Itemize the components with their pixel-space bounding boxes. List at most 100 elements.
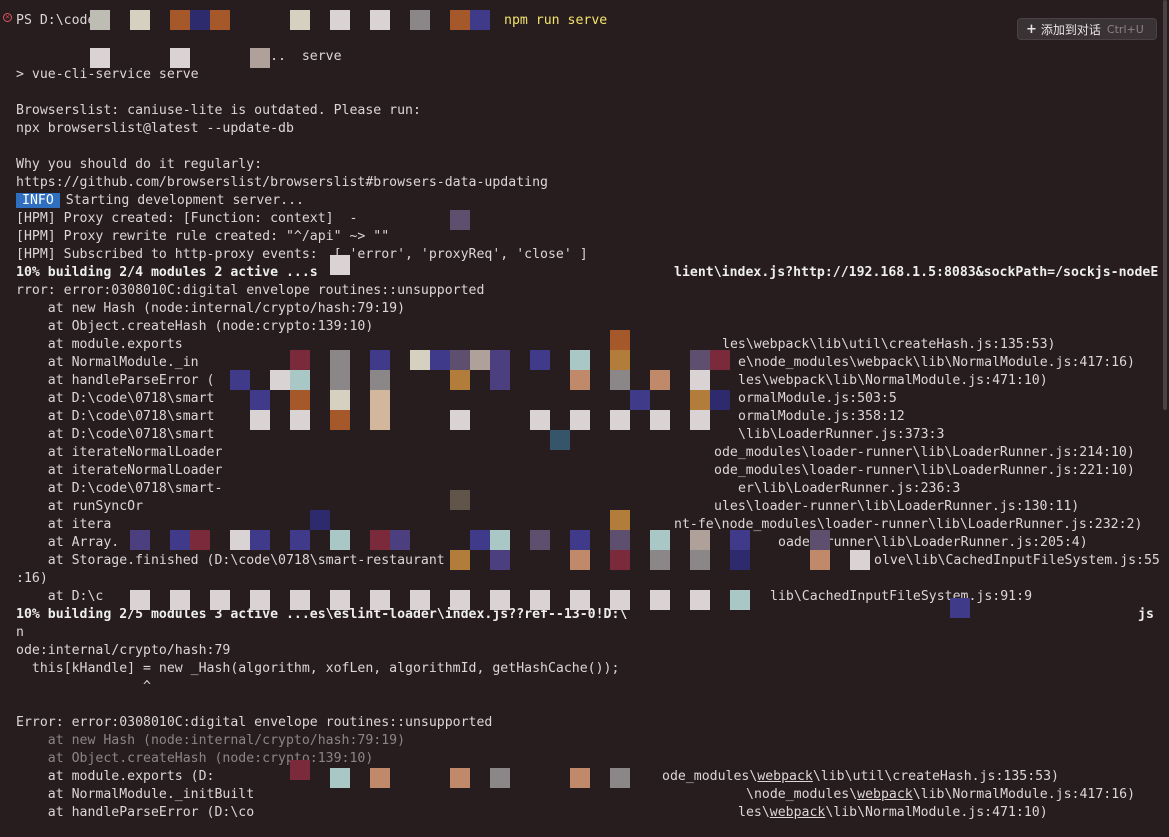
terminal-output: × PS D:\code npm run serve .. serve > vue-… xyxy=(0,0,1169,837)
redaction-block xyxy=(530,350,550,370)
redaction-block xyxy=(130,590,150,610)
redaction-block xyxy=(630,390,650,410)
redaction-block xyxy=(610,550,630,570)
info-badge: INFO xyxy=(16,193,60,208)
terminal-line: Why you should do it regularly: xyxy=(16,156,262,174)
redaction-block xyxy=(410,590,430,610)
redaction-block xyxy=(690,590,710,610)
terminal-line-tail: lib\CachedInputFileSystem.js:91:9 xyxy=(770,589,1033,604)
redaction-block xyxy=(250,48,270,68)
redaction-block xyxy=(170,530,190,550)
redaction-block xyxy=(610,768,630,788)
terminal-line: at new Hash (node:internal/crypto/hash:7… xyxy=(16,300,405,318)
redaction-block xyxy=(690,410,710,430)
terminal-line-text: npx browserslist@latest --update-db xyxy=(16,121,294,136)
add-to-chat-shortcut: Ctrl+U xyxy=(1106,22,1144,36)
terminal-line: at Object.createHash (node:crypto:139:10… xyxy=(16,318,374,336)
terminal-line: ode:internal/crypto/hash:79 xyxy=(16,642,230,660)
redaction-block xyxy=(730,530,750,550)
terminal-line-text: at Object.createHash (node:crypto:139:10… xyxy=(16,319,374,334)
terminal-line: at iterateNormalLoader xyxy=(16,462,223,480)
redaction-block xyxy=(330,10,350,30)
terminal-line-text: at Array. xyxy=(16,535,120,550)
terminal-line: this[kHandle] = new _Hash(algorithm, xof… xyxy=(16,660,620,678)
terminal-scrollbar[interactable] xyxy=(1163,0,1167,410)
terminal-line: at runSyncOr xyxy=(16,498,143,516)
redaction-block xyxy=(450,490,470,510)
terminal-line-text: [HPM] Proxy rewrite rule created: "^/api… xyxy=(16,229,390,244)
redaction-block xyxy=(690,370,710,390)
terminal-line-text: PS D:\code xyxy=(16,13,96,28)
redaction-block xyxy=(570,370,590,390)
command-text: npm run serve xyxy=(504,13,608,28)
redaction-block xyxy=(370,390,390,410)
terminal-line: Error: error:0308010C:digital envelope r… xyxy=(16,714,492,732)
redaction-block xyxy=(710,390,730,410)
redaction-block xyxy=(170,10,190,30)
redaction-block xyxy=(290,590,310,610)
redaction-block xyxy=(250,410,270,430)
terminal-line-tail: les\webpack\lib\util\createHash.js:135:5… xyxy=(722,337,1056,352)
terminal-line-text: https://github.com/browserslist/browsers… xyxy=(16,175,548,190)
terminal-line: [HPM] Proxy rewrite rule created: "^/api… xyxy=(16,228,389,246)
redaction-block xyxy=(570,350,590,370)
terminal-line: at iterateNormalLoader xyxy=(16,444,223,462)
terminal-line: rror: error:0308010C:digital envelope ro… xyxy=(16,282,484,300)
redaction-block xyxy=(570,768,590,788)
terminal-line: > vue-cli-service serve xyxy=(16,66,199,84)
terminal-line: at Storage.finished (D:\code\0718\smart-… xyxy=(16,552,445,570)
redaction-block xyxy=(370,590,390,610)
terminal-line: at NormalModule._initBuilt xyxy=(16,786,254,804)
redaction-block xyxy=(210,10,230,30)
redaction-block xyxy=(250,590,270,610)
add-to-chat-label: 添加到对话 xyxy=(1040,22,1101,37)
redaction-block xyxy=(710,350,730,370)
terminal-line: https://github.com/browserslist/browsers… xyxy=(16,174,548,192)
redaction-block xyxy=(530,410,550,430)
terminal-line-text: Why you should do it regularly: xyxy=(16,157,263,172)
redaction-block xyxy=(330,370,350,390)
terminal-line-text: [HPM] Proxy created: [Function: context]… xyxy=(16,211,358,226)
terminal-line: at module.exports (D: xyxy=(16,768,215,786)
redaction-block xyxy=(290,760,310,780)
redaction-block xyxy=(730,550,750,570)
redaction-block xyxy=(450,768,470,788)
terminal-line-tail: e\node_modules\webpack\lib\NormalModule.… xyxy=(738,355,1135,370)
terminal-line-text: Starting development server... xyxy=(65,193,304,208)
terminal-line: at D:\c xyxy=(16,588,104,606)
redaction-block xyxy=(610,410,630,430)
redaction-block xyxy=(410,10,430,30)
terminal-line: INFO Starting development server... xyxy=(16,192,304,210)
redaction-block xyxy=(530,530,550,550)
redaction-block xyxy=(470,350,490,370)
redaction-block xyxy=(370,410,390,430)
redaction-block xyxy=(330,768,350,788)
terminal-line-text: [HPM] Subscribed to http-proxy events: [… xyxy=(16,247,588,262)
redaction-block xyxy=(530,590,550,610)
redaction-block xyxy=(850,550,870,570)
redaction-block xyxy=(250,390,270,410)
terminal-line: n xyxy=(16,624,24,642)
redaction-block xyxy=(370,370,390,390)
redaction-block xyxy=(430,350,450,370)
terminal-line-text: at handleParseError ( xyxy=(16,373,215,388)
terminal-line: at NormalModule._in xyxy=(16,354,199,372)
redaction-block xyxy=(370,530,390,550)
terminal-line-text: rror: error:0308010C:digital envelope ro… xyxy=(16,283,485,298)
redaction-block xyxy=(130,10,150,30)
redaction-block xyxy=(570,590,590,610)
add-to-chat-button[interactable]: + 添加到对话 Ctrl+U xyxy=(1017,18,1157,40)
terminal-line: npx browserslist@latest --update-db xyxy=(16,120,294,138)
redaction-block xyxy=(690,350,710,370)
terminal-line-text: at NormalModule._initBuilt xyxy=(16,787,255,802)
redaction-block xyxy=(270,370,290,390)
terminal-line: at itera xyxy=(16,516,112,534)
redaction-block xyxy=(230,530,250,550)
redaction-block xyxy=(310,510,330,530)
terminal-line-text: Error: error:0308010C:digital envelope r… xyxy=(16,715,493,730)
redaction-block xyxy=(450,370,470,390)
redaction-block xyxy=(650,370,670,390)
terminal-line-text: n xyxy=(16,625,24,640)
terminal-line-text: at D:\code\0718\smart xyxy=(16,409,215,424)
terminal-line: [HPM] Subscribed to http-proxy events: [… xyxy=(16,246,588,264)
